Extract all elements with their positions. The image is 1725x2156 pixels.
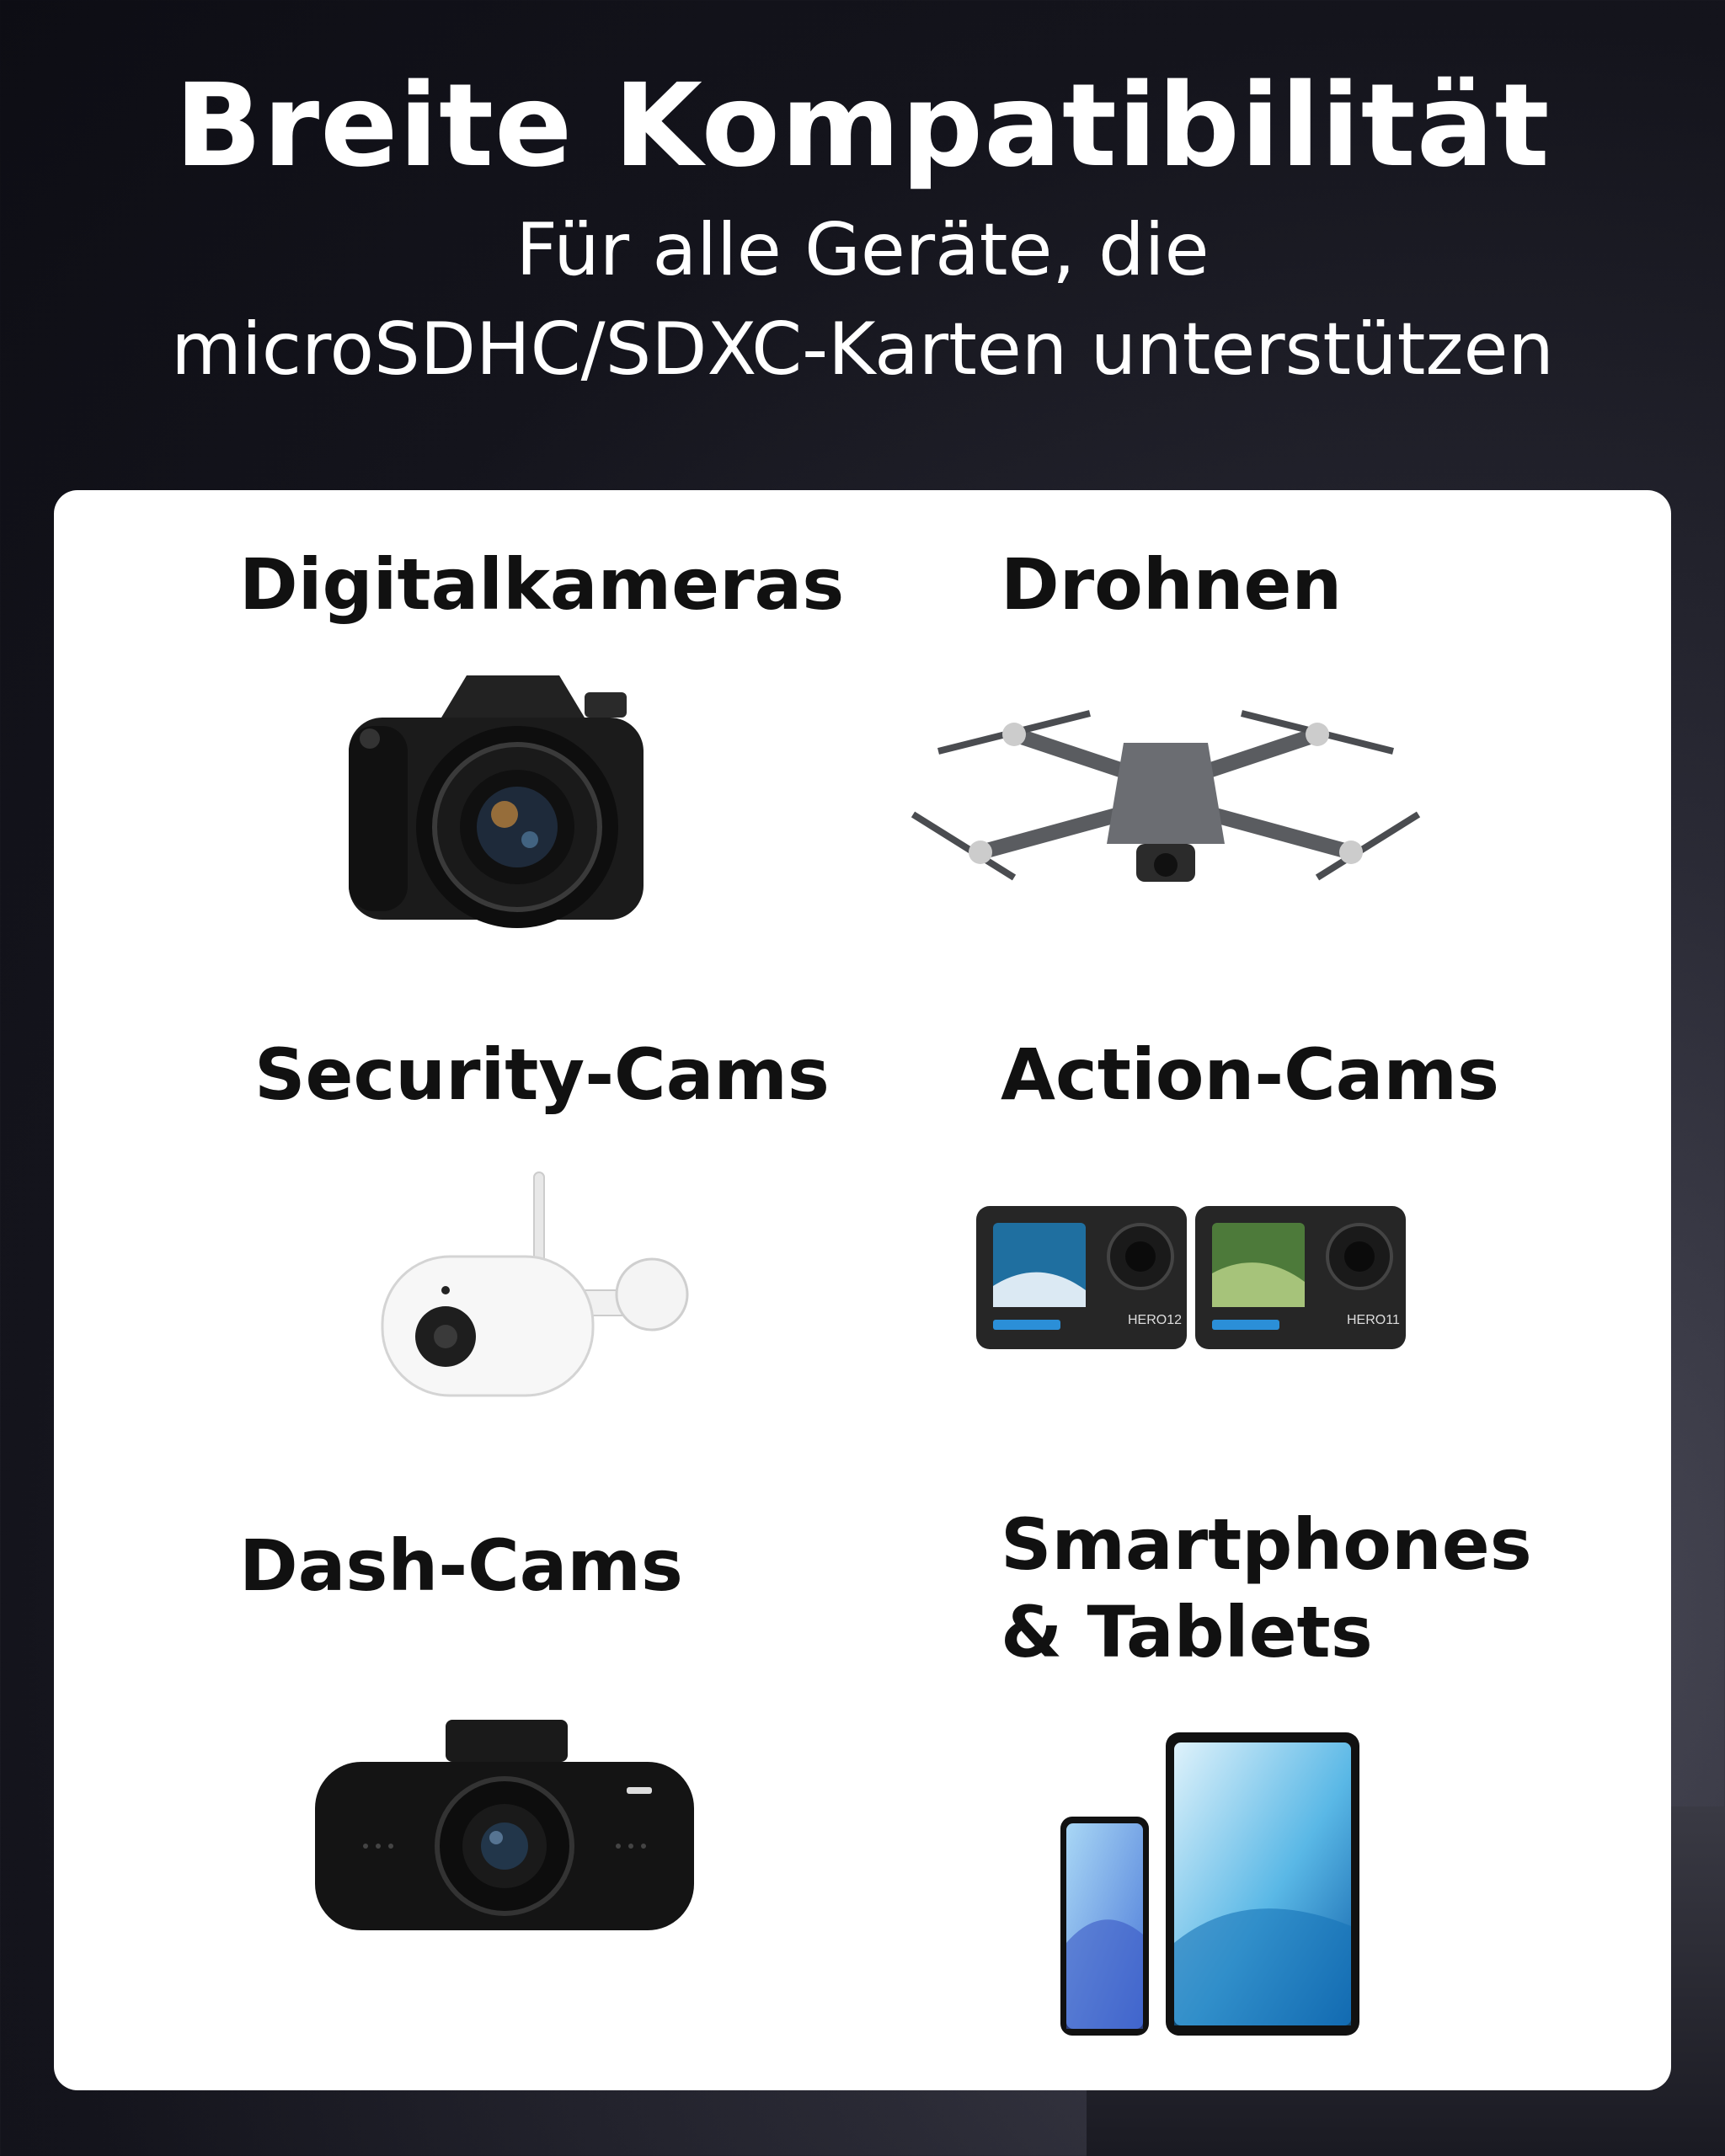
device-label-drohnen: Drohnen [1001,543,1343,626]
subtitle-line-2: microSDHC/SDXC-Karten unterstützen [171,307,1554,392]
device-label-line-1: Smartphones [1001,1503,1532,1586]
device-label-action-cams: Action-Cams [1001,1033,1499,1116]
action-cam-model-right: HERO11 [1347,1313,1400,1327]
page-subtitle: Für alle Geräte, die microSDHC/SDXC-Kart… [0,200,1725,399]
device-label-line-2: & Tablets [1001,1591,1373,1673]
header: Breite Kompatibilität Für alle Geräte, d… [0,59,1725,399]
dash-camera-icon [315,1720,694,1930]
device-label-smartphones-tablets: Smartphones & Tablets [1001,1501,1532,1676]
device-label-dash-cams: Dash-Cams [239,1524,683,1607]
device-card: Digitalkameras Drohnen Security-Cams Act… [54,490,1671,2090]
security-camera-icon [381,1171,689,1397]
action-cam-model-left: HERO12 [1128,1313,1182,1327]
device-label-security-cams: Security-Cams [254,1033,830,1116]
dslr-camera-icon [349,675,644,928]
page-title: Breite Kompatibilität [174,60,1551,193]
drone-icon [911,710,1421,882]
subtitle-line-1: Für alle Geräte, die [515,208,1210,292]
action-camera-icon: HERO12 HERO11 [976,1206,1406,1349]
phone-tablet-icon [1060,1732,1359,2036]
device-label-digitalkameras: Digitalkameras [239,543,845,626]
